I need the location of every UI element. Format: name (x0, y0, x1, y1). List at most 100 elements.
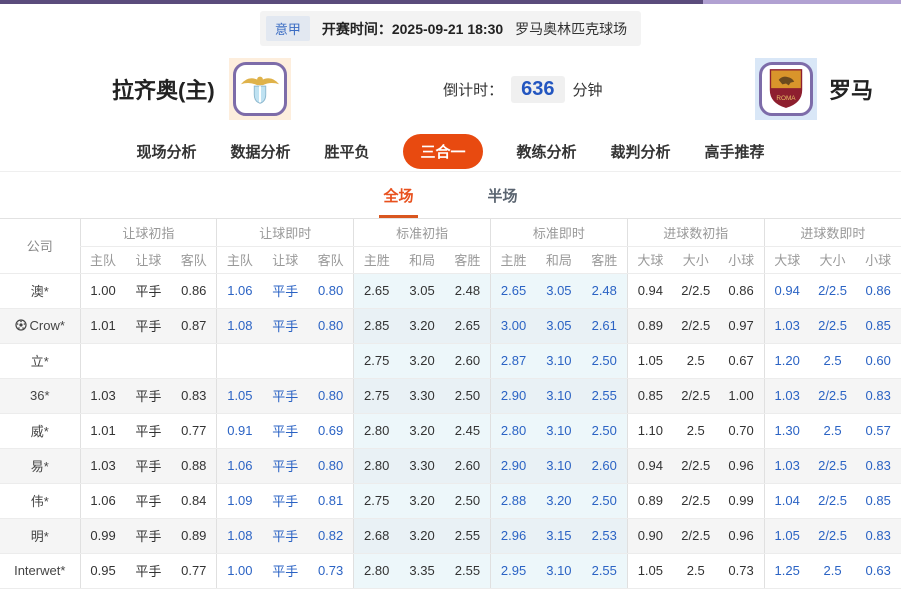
odds-cell: 2.60 (582, 448, 628, 483)
company-cell[interactable]: 易* (0, 448, 80, 483)
tab-live-analysis[interactable]: 现场分析 (136, 141, 196, 162)
progress-segment-light (703, 0, 901, 4)
roma-crest-icon: ROMA (767, 68, 805, 110)
odds-cell: 2.53 (582, 518, 628, 553)
odds-cell: 2/2.5 (810, 483, 856, 518)
odds-cell: 0.80 (308, 273, 354, 308)
odds-cell: 0.80 (308, 378, 354, 413)
odds-cell: 2.50 (582, 343, 628, 378)
odds-cell: 2.55 (445, 553, 491, 588)
odds-cell: 0.85 (855, 483, 901, 518)
table-row: 明*0.99平手0.891.08平手0.822.683.202.552.963.… (0, 518, 901, 553)
odds-cell: 平手 (262, 553, 308, 588)
odds-cell: 3.05 (536, 273, 582, 308)
company-cell[interactable]: 澳* (0, 273, 80, 308)
odds-cell: 3.10 (536, 448, 582, 483)
odds-cell: 3.10 (536, 378, 582, 413)
odds-cell: 0.84 (171, 483, 217, 518)
sub-column-header: 主队 (80, 246, 126, 273)
table-row: 36*1.03平手0.831.05平手0.802.753.302.502.903… (0, 378, 901, 413)
company-cell[interactable]: 立* (0, 343, 80, 378)
main-nav: 现场分析 数据分析 胜平负 三合一 教练分析 裁判分析 高手推荐 (0, 132, 901, 172)
odds-cell: 平手 (262, 413, 308, 448)
odds-cell: 0.96 (719, 518, 765, 553)
odds-cell: 平手 (262, 378, 308, 413)
odds-cell: 1.05 (217, 378, 263, 413)
odds-cell: 0.86 (171, 273, 217, 308)
venue-name: 罗马奥林匹克球场 (515, 19, 627, 39)
odds-cell: 3.20 (399, 308, 445, 343)
countdown-label: 倒计时： (443, 79, 503, 100)
odds-cell: 0.99 (719, 483, 765, 518)
odds-cell: 0.88 (171, 448, 217, 483)
subtab-full-match[interactable]: 全场 (379, 185, 417, 218)
odds-cell: 0.94 (764, 273, 810, 308)
odds-cell: 2.80 (354, 553, 400, 588)
tab-three-in-one[interactable]: 三合一 (403, 134, 482, 169)
odds-cell (262, 343, 308, 378)
odds-cell: 1.06 (80, 483, 126, 518)
odds-table: 公司让球初指让球即时标准初指标准即时进球数初指进球数即时主队让球客队主队让球客队… (0, 219, 901, 589)
odds-cell: 1.03 (80, 378, 126, 413)
odds-cell: 1.09 (217, 483, 263, 518)
progress-segment-dark (0, 0, 703, 4)
tab-expert-picks[interactable]: 高手推荐 (705, 141, 765, 162)
subtab-half-match[interactable]: 半场 (484, 185, 522, 218)
countdown-value: 636 (511, 76, 564, 103)
odds-cell: 3.20 (399, 343, 445, 378)
odds-cell: 0.94 (627, 448, 673, 483)
odds-cell: 3.10 (536, 553, 582, 588)
odds-cell: 2.61 (582, 308, 628, 343)
table-row: Interwet*0.95平手0.771.00平手0.732.803.352.5… (0, 553, 901, 588)
home-team-name: 拉齐奥(主) (112, 73, 215, 105)
odds-cell: 2.48 (582, 273, 628, 308)
table-row: 澳*1.00平手0.861.06平手0.802.653.052.482.653.… (0, 273, 901, 308)
odds-cell: 0.67 (719, 343, 765, 378)
odds-cell: 0.89 (171, 518, 217, 553)
odds-cell: 0.96 (719, 448, 765, 483)
odds-cell: 0.73 (308, 553, 354, 588)
odds-cell: 3.00 (490, 308, 536, 343)
company-cell[interactable]: 明* (0, 518, 80, 553)
odds-cell: 2/2.5 (673, 308, 719, 343)
company-cell[interactable]: Crow* (0, 308, 80, 343)
tab-referee-analysis[interactable]: 裁判分析 (611, 141, 671, 162)
odds-cell: 1.05 (764, 518, 810, 553)
odds-cell: 1.00 (719, 378, 765, 413)
odds-cell: 0.95 (80, 553, 126, 588)
group-header: 让球初指 (80, 219, 217, 246)
sub-column-header: 大球 (627, 246, 673, 273)
sub-column-header: 客胜 (445, 246, 491, 273)
odds-cell (217, 343, 263, 378)
odds-cell: 0.83 (855, 518, 901, 553)
company-cell[interactable]: 伟* (0, 483, 80, 518)
odds-cell: 2.65 (490, 273, 536, 308)
countdown-unit: 分钟 (573, 79, 603, 100)
odds-cell: 平手 (262, 308, 308, 343)
company-cell[interactable]: 36* (0, 378, 80, 413)
company-cell[interactable]: Interwet* (0, 553, 80, 588)
odds-cell: 2.75 (354, 483, 400, 518)
odds-cell: 0.81 (308, 483, 354, 518)
odds-cell: 0.89 (627, 308, 673, 343)
odds-cell: 2.45 (445, 413, 491, 448)
odds-cell: 平手 (262, 483, 308, 518)
odds-cell: 2.55 (582, 378, 628, 413)
odds-cell: 3.20 (399, 483, 445, 518)
odds-cell: 1.05 (627, 553, 673, 588)
odds-cell: 1.03 (764, 448, 810, 483)
odds-cell: 2.50 (582, 483, 628, 518)
odds-cell: 2.50 (445, 483, 491, 518)
tab-win-draw-lose[interactable]: 胜平负 (324, 141, 369, 162)
odds-cell: 0.89 (627, 483, 673, 518)
tab-coach-analysis[interactable]: 教练分析 (517, 141, 577, 162)
odds-cell: 平手 (126, 448, 172, 483)
sub-column-header: 客队 (171, 246, 217, 273)
table-row: 立*2.753.202.602.873.102.501.052.50.671.2… (0, 343, 901, 378)
odds-cell: 1.03 (764, 378, 810, 413)
odds-cell: 0.83 (855, 378, 901, 413)
odds-cell: 1.08 (217, 308, 263, 343)
tab-data-analysis[interactable]: 数据分析 (230, 141, 290, 162)
odds-cell: 2.90 (490, 378, 536, 413)
company-cell[interactable]: 威* (0, 413, 80, 448)
